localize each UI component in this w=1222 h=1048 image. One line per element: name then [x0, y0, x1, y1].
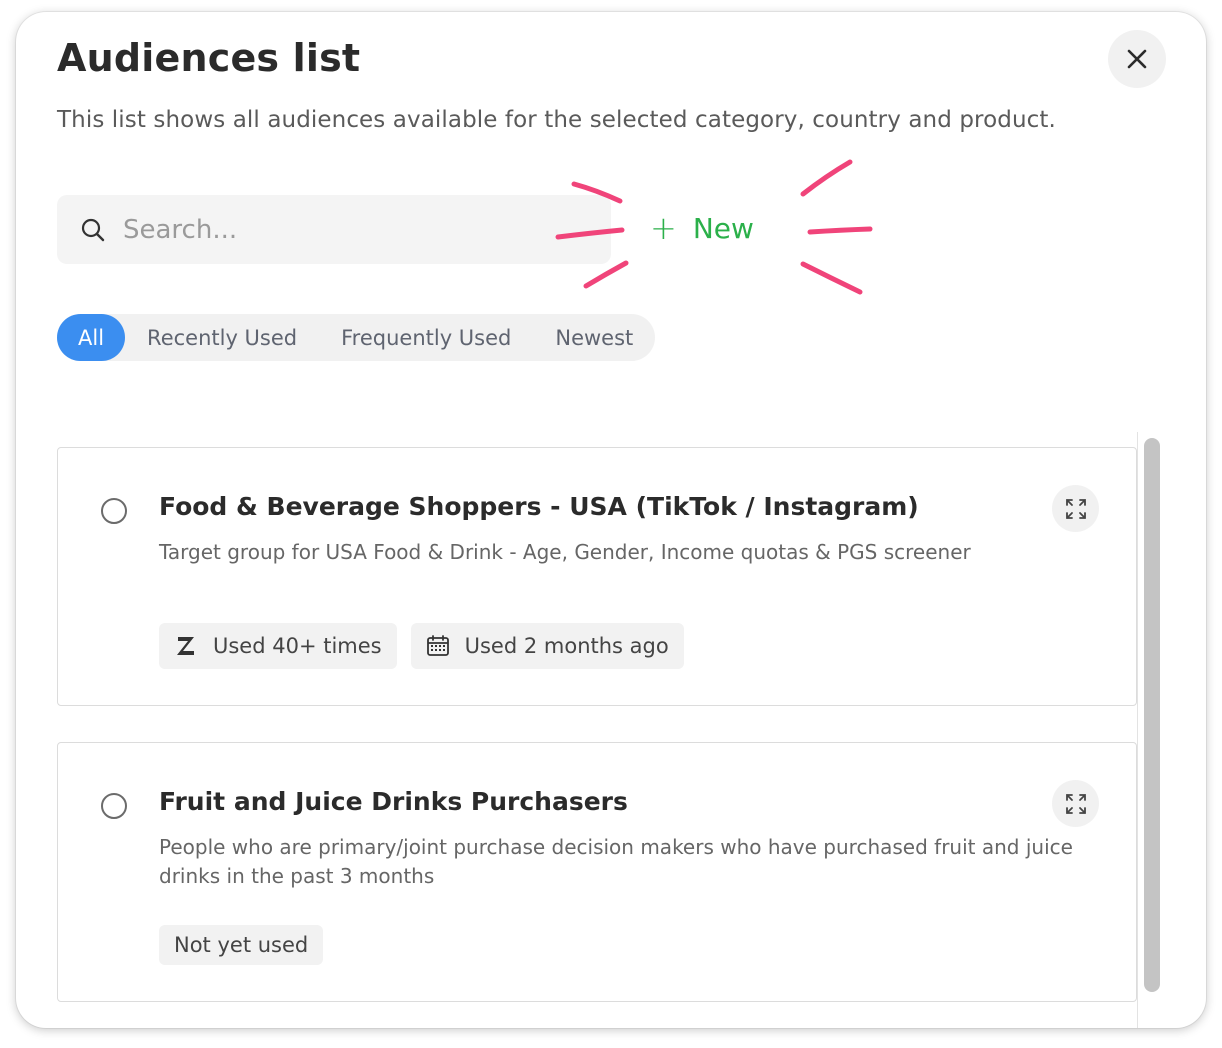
new-audience-button[interactable]: + New [650, 208, 754, 248]
audience-card[interactable]: Fruit and Juice Drinks Purchasers People… [57, 742, 1137, 1002]
list-divider [1137, 432, 1138, 1028]
plus-icon: + [650, 209, 677, 247]
audience-badges: Used 40+ times Used 2 months ago [159, 623, 684, 669]
zappi-logo-icon [174, 634, 198, 658]
audience-name: Food & Beverage Shoppers - USA (TikTok /… [159, 492, 919, 521]
badge-label: Not yet used [174, 933, 309, 957]
new-button-label: New [692, 211, 754, 245]
page-subtitle: This list shows all audiences available … [57, 107, 1056, 133]
search-input[interactable] [121, 213, 595, 246]
expand-icon [1065, 793, 1086, 814]
audience-radio[interactable] [101, 498, 127, 524]
audience-badges: Not yet used [159, 925, 324, 965]
expand-button[interactable] [1052, 780, 1099, 827]
close-icon [1127, 49, 1147, 69]
audience-description: Target group for USA Food & Drink - Age,… [159, 540, 971, 564]
search-box[interactable] [57, 195, 611, 264]
audience-description: People who are primary/joint purchase de… [159, 835, 1073, 888]
tab-all[interactable]: All [57, 314, 126, 361]
not-used-badge: Not yet used [159, 925, 324, 965]
audience-card[interactable]: Food & Beverage Shoppers - USA (TikTok /… [57, 447, 1137, 706]
calendar-icon [426, 634, 450, 658]
badge-label: Used 2 months ago [464, 634, 669, 658]
tab-frequently-used[interactable]: Frequently Used [319, 314, 533, 361]
filter-tabs: All Recently Used Frequently Used Newest [57, 314, 656, 361]
expand-icon [1065, 498, 1086, 519]
tab-newest[interactable]: Newest [533, 314, 655, 361]
last-used-badge: Used 2 months ago [410, 623, 684, 669]
badge-label: Used 40+ times [213, 634, 382, 658]
audience-name: Fruit and Juice Drinks Purchasers [159, 787, 628, 816]
usage-count-badge: Used 40+ times [159, 623, 397, 669]
tab-recently-used[interactable]: Recently Used [125, 314, 319, 361]
audience-radio[interactable] [101, 793, 127, 819]
expand-button[interactable] [1052, 485, 1099, 532]
search-icon [81, 218, 105, 242]
scrollbar-thumb[interactable] [1144, 438, 1160, 992]
page-title: Audiences list [57, 36, 361, 80]
audiences-modal: Audiences list This list shows all audie… [16, 12, 1206, 1028]
close-button[interactable] [1108, 30, 1166, 88]
